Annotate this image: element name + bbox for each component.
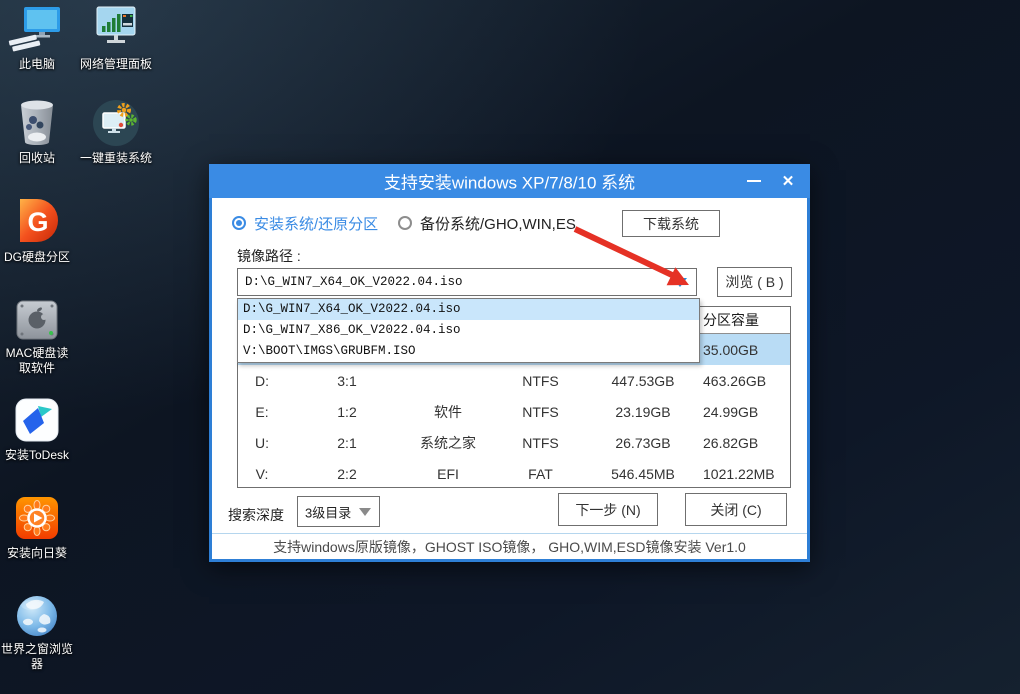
desktop-icon-label: 此电脑 bbox=[19, 57, 55, 72]
table-row[interactable]: D: 3:1 NTFS 447.53GB 463.26GB bbox=[238, 365, 790, 396]
desktop: { "desktop": { "icons": [ {"label": "此电脑… bbox=[0, 0, 1020, 694]
dialog-title: 支持安装windows XP/7/8/10 系统 bbox=[209, 169, 810, 194]
image-path-dropdown-list: D:\G_WIN7_X64_OK_V2022.04.iso D:\G_WIN7_… bbox=[237, 298, 700, 363]
capacity-header: 分区容量 bbox=[693, 310, 792, 330]
desktop-icon-label: 世界之窗浏览器 bbox=[1, 642, 73, 672]
mac-disk-reader-icon bbox=[11, 298, 63, 344]
radio-unselected-icon[interactable] bbox=[398, 216, 412, 230]
radio-install-label: 安装系统/还原分区 bbox=[254, 213, 378, 234]
search-depth-value: 3级目录 bbox=[305, 502, 351, 521]
combo-dropdown-icon[interactable] bbox=[673, 278, 687, 287]
install-todesk-icon bbox=[11, 396, 63, 446]
status-text: 支持windows原版镜像，GHOST ISO镜像， GHO,WIM,ESD镜像… bbox=[273, 537, 746, 557]
desktop-icon-this-pc[interactable]: 此电脑 bbox=[1, 5, 73, 72]
desktop-icon-label: DG硬盘分区 bbox=[4, 250, 70, 265]
dialog-titlebar[interactable]: 支持安装windows XP/7/8/10 系统 ✕ bbox=[209, 164, 810, 198]
table-row[interactable]: V: 2:2 EFI FAT 546.45MB 1021.22MB bbox=[238, 458, 790, 489]
desktop-icon-install-todesk[interactable]: 安装ToDesk bbox=[1, 396, 73, 463]
desktop-icon-label: 网络管理面板 bbox=[80, 57, 152, 72]
desktop-icon-dg-partition[interactable]: G DG硬盘分区 bbox=[1, 196, 73, 265]
search-depth-select[interactable]: 3级目录 bbox=[297, 496, 380, 527]
dg-partition-icon: G bbox=[11, 196, 63, 248]
search-depth-label: 搜索深度 bbox=[228, 505, 284, 525]
image-path-label: 镜像路径 : bbox=[237, 246, 301, 266]
image-path-combobox[interactable]: D:\G_WIN7_X64_OK_V2022.04.iso bbox=[237, 268, 697, 296]
table-row[interactable]: U: 2:1 系统之家 NTFS 26.73GB 26.82GB bbox=[238, 427, 790, 458]
desktop-icon-label: 回收站 bbox=[19, 151, 55, 166]
desktop-icon-one-key-reinstall[interactable]: 一键重装系统 bbox=[78, 97, 154, 166]
installer-dialog: 支持安装windows XP/7/8/10 系统 ✕ 安装系统/还原分区 备份系… bbox=[209, 164, 810, 562]
dropdown-item[interactable]: D:\G_WIN7_X86_OK_V2022.04.iso bbox=[238, 320, 699, 341]
minimize-button[interactable] bbox=[738, 164, 770, 198]
close-button[interactable]: ✕ bbox=[772, 164, 804, 198]
close-dialog-button[interactable]: 关闭 (C) bbox=[685, 493, 787, 526]
recycle-bin-icon bbox=[11, 97, 63, 149]
one-key-reinstall-icon bbox=[90, 97, 142, 149]
desktop-icon-label: 安装ToDesk bbox=[5, 448, 69, 463]
download-system-button[interactable]: 下载系统 bbox=[622, 210, 720, 237]
radio-backup[interactable]: 备份系统/GHO,WIN,ES bbox=[398, 213, 576, 233]
desktop-icon-recycle-bin[interactable]: 回收站 bbox=[1, 97, 73, 166]
table-row[interactable]: E: 1:2 软件 NTFS 23.19GB 24.99GB bbox=[238, 396, 790, 427]
image-path-value: D:\G_WIN7_X64_OK_V2022.04.iso bbox=[245, 275, 463, 289]
next-button[interactable]: 下一步 (N) bbox=[558, 493, 658, 526]
world-window-browser-icon bbox=[11, 592, 63, 640]
dropdown-item-selected[interactable]: D:\G_WIN7_X64_OK_V2022.04.iso bbox=[238, 299, 699, 320]
svg-text:G: G bbox=[27, 207, 48, 237]
desktop-icon-label: 一键重装系统 bbox=[80, 151, 152, 166]
radio-backup-label: 备份系统/GHO,WIN,ES bbox=[420, 213, 576, 234]
desktop-icon-install-sunflower[interactable]: 安装向日葵 bbox=[1, 494, 73, 561]
dialog-body: 安装系统/还原分区 备份系统/GHO,WIN,ES 下载系统 镜像路径 : D:… bbox=[209, 198, 810, 562]
this-pc-icon bbox=[8, 5, 66, 55]
radio-selected-icon[interactable] bbox=[232, 216, 246, 230]
desktop-icon-world-window-browser[interactable]: 世界之窗浏览器 bbox=[1, 592, 73, 672]
install-sunflower-icon bbox=[11, 494, 63, 544]
status-bar: 支持windows原版镜像，GHOST ISO镜像， GHO,WIM,ESD镜像… bbox=[212, 533, 807, 559]
close-icon: ✕ bbox=[782, 172, 795, 190]
chevron-down-icon bbox=[359, 508, 371, 516]
dropdown-item[interactable]: V:\BOOT\IMGS\GRUBFM.ISO bbox=[238, 341, 699, 362]
desktop-icon-label: 安装向日葵 bbox=[7, 546, 67, 561]
minimize-icon bbox=[747, 180, 761, 183]
desktop-icon-mac-disk-reader[interactable]: MAC硬盘读取软件 bbox=[1, 298, 73, 376]
radio-install-restore[interactable]: 安装系统/还原分区 bbox=[232, 213, 378, 233]
network-panel-icon bbox=[89, 5, 143, 55]
desktop-icon-label: MAC硬盘读取软件 bbox=[1, 346, 73, 376]
desktop-icon-network-panel[interactable]: 网络管理面板 bbox=[78, 5, 154, 72]
browse-button[interactable]: 浏览 ( B ) bbox=[717, 267, 792, 297]
